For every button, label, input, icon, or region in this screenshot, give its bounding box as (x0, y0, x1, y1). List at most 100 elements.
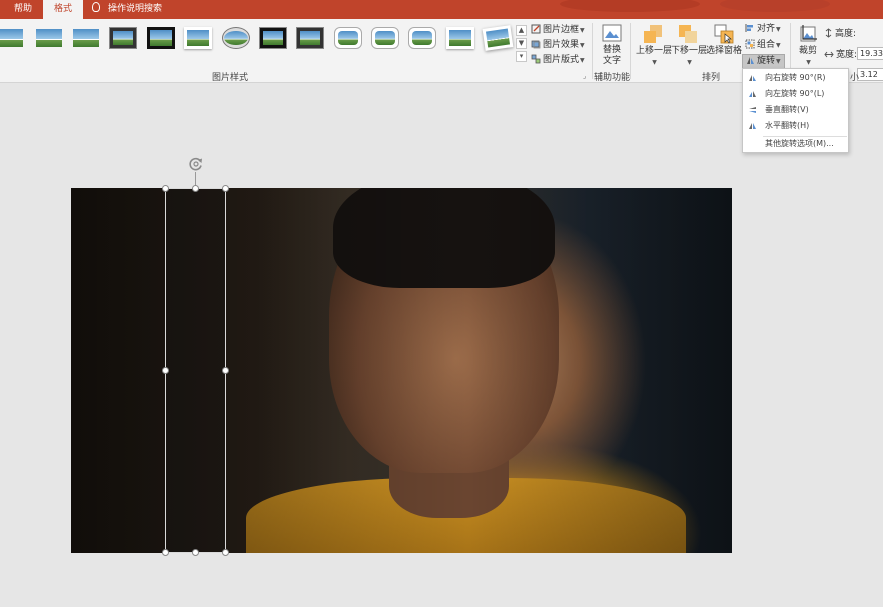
flip-horizontal-icon (749, 123, 756, 129)
menu-item-rotate-left-90[interactable]: 向左旋转 90°(L) (743, 86, 848, 102)
bring-forward-button[interactable]: 上移一层 ▼ (636, 46, 672, 68)
picture-style-thumb[interactable] (222, 27, 250, 49)
menu-item-label: 向右旋转 90°(R) (765, 73, 826, 82)
menu-item-label: 水平翻转(H) (765, 121, 810, 130)
picture-effects-button[interactable]: 图片效果▼ (531, 39, 585, 52)
chevron-down-icon: ▼ (580, 57, 585, 64)
selection-pane-icon (714, 24, 734, 44)
rotate-icon (747, 57, 754, 64)
picture-style-thumb[interactable] (296, 27, 324, 49)
group-button[interactable]: 组合▼ (745, 39, 781, 52)
chevron-down-icon: ▼ (580, 27, 585, 34)
group-label: 组合 (757, 40, 776, 50)
picture-style-thumb[interactable] (482, 25, 514, 51)
chevron-down-icon: ▼ (652, 59, 657, 66)
resize-handle-right[interactable] (222, 367, 229, 374)
align-label: 对齐 (757, 24, 776, 34)
group-divider (592, 23, 593, 79)
ribbon-tab-bar: 帮助 格式 操作说明搜索 (0, 0, 883, 19)
resize-handle-left[interactable] (162, 367, 169, 374)
width-input[interactable]: 3.12 (857, 68, 883, 81)
menu-item-more-rotation-options[interactable]: 其他旋转选项(M)... (743, 136, 848, 152)
rotate-left-icon (749, 91, 756, 97)
height-label: 高度: (835, 29, 857, 39)
layout-icon (531, 54, 541, 64)
picture-style-thumb[interactable] (259, 27, 287, 49)
picture-style-thumb[interactable] (408, 27, 436, 49)
title-bar-decoration (560, 0, 700, 12)
menu-item-label: 垂直翻转(V) (765, 105, 809, 114)
menu-item-rotate-right-90[interactable]: 向右旋转 90°(R) (743, 70, 848, 86)
title-bar-decoration (720, 0, 830, 12)
bring-forward-label: 上移一层 (636, 46, 673, 56)
alt-text-label-line2: 文字 (602, 56, 621, 66)
send-backward-icon (679, 25, 697, 43)
selection-box[interactable] (165, 188, 226, 553)
rotate-label: 旋转 (757, 56, 776, 66)
send-backward-button[interactable]: 下移一层 ▼ (671, 46, 707, 68)
width-control: 宽度: (824, 49, 857, 61)
width-label: 宽度: (836, 50, 858, 60)
alt-text-icon[interactable] (602, 24, 622, 42)
width-icon (824, 51, 834, 58)
menu-item-label: 向左旋转 90°(L) (765, 89, 825, 98)
picture-style-thumb[interactable] (0, 27, 24, 49)
chevron-down-icon: ▼ (776, 42, 781, 49)
height-icon (825, 28, 832, 38)
rotate-button[interactable]: 旋转▼ (742, 54, 785, 69)
crop-icon (800, 25, 817, 42)
picture-style-thumb[interactable] (184, 27, 212, 49)
picture-style-thumb[interactable] (109, 27, 137, 49)
picture-style-thumb[interactable] (147, 27, 175, 49)
flip-vertical-icon (749, 107, 756, 113)
resize-handle-top-right[interactable] (222, 185, 229, 192)
menu-item-flip-vertical[interactable]: 垂直翻转(V) (743, 102, 848, 118)
tell-me-search[interactable]: 操作说明搜索 (92, 0, 162, 19)
menu-item-label: 其他旋转选项(M)... (765, 139, 834, 148)
picture-style-thumb[interactable] (371, 27, 399, 49)
rotate-right-icon (749, 75, 756, 81)
resize-handle-bottom[interactable] (192, 549, 199, 556)
picture-border-button[interactable]: 图片边框▼ (531, 24, 585, 37)
picture-styles-group-label: 图片样式 (212, 73, 249, 83)
picture-effects-label: 图片效果 (543, 40, 580, 50)
resize-handle-top-left[interactable] (162, 185, 169, 192)
align-icon (745, 24, 753, 32)
alt-text-button[interactable]: 替换 文字 (597, 45, 627, 67)
resize-handle-bottom-left[interactable] (162, 549, 169, 556)
picture-style-thumb[interactable] (35, 27, 63, 49)
selection-pane-button[interactable]: 选择窗格 (706, 46, 742, 57)
menu-item-flip-horizontal[interactable]: 水平翻转(H) (743, 118, 848, 134)
align-button[interactable]: 对齐▼ (745, 23, 781, 36)
resize-handle-top[interactable] (192, 185, 199, 192)
gallery-scroll-up-button[interactable]: ▲ (516, 25, 527, 36)
send-backward-label: 下移一层 (671, 46, 708, 56)
tell-me-label: 操作说明搜索 (108, 4, 163, 14)
height-control: 高度: (824, 28, 856, 40)
chevron-down-icon: ▼ (580, 42, 585, 49)
crop-button[interactable]: 裁剪 ▼ (794, 46, 822, 68)
picture-style-thumb[interactable] (72, 27, 100, 49)
dialog-launcher-icon[interactable]: ⌟ (583, 72, 586, 80)
height-input[interactable]: 19.33 (857, 47, 883, 60)
gallery-scroll-down-button[interactable]: ▼ (516, 38, 527, 49)
picture-style-thumb[interactable] (446, 27, 474, 49)
tab-help[interactable]: 帮助 (14, 0, 32, 19)
rotate-menu: 向右旋转 90°(R) 向左旋转 90°(L) 垂直翻转(V) 水平翻转(H) … (742, 68, 849, 153)
rotate-arrow-icon[interactable] (188, 156, 204, 172)
selection-pane-label: 选择窗格 (706, 46, 743, 56)
tab-format[interactable]: 格式 (43, 0, 83, 19)
effects-icon (531, 40, 541, 49)
gallery-more-button[interactable]: ▾ (516, 51, 527, 62)
picture-border-label: 图片边框 (543, 25, 580, 35)
chevron-down-icon: ▼ (776, 58, 781, 65)
crop-label: 裁剪 (798, 46, 817, 56)
picture-layout-label: 图片版式 (543, 55, 580, 65)
chevron-down-icon: ▼ (687, 59, 692, 66)
picture-layout-button[interactable]: 图片版式▼ (531, 54, 585, 67)
alt-text-label-line1: 替换 (602, 45, 621, 55)
chevron-down-icon: ▼ (776, 26, 781, 33)
chevron-down-icon: ▼ (806, 59, 811, 66)
resize-handle-bottom-right[interactable] (222, 549, 229, 556)
picture-style-thumb[interactable] (334, 27, 362, 49)
